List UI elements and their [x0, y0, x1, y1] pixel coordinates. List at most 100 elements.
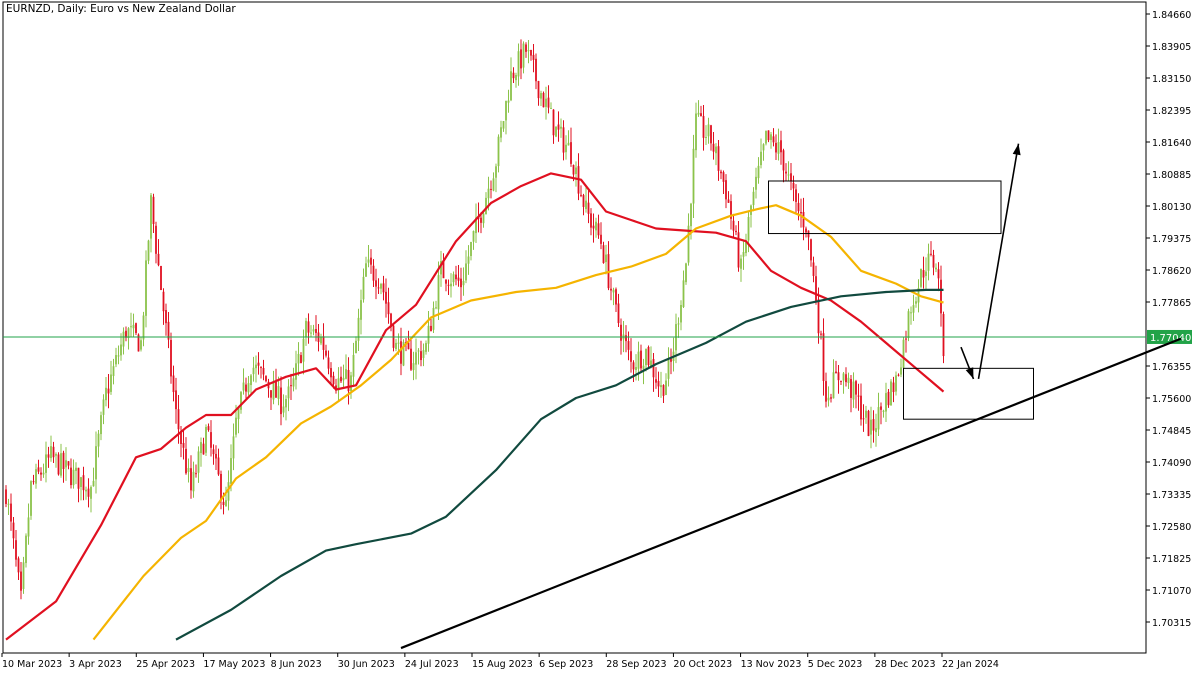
candle-body [55, 454, 57, 456]
candle-body [87, 488, 90, 497]
candle-body [755, 176, 757, 190]
x-tick-label: 8 Jun 2023 [271, 659, 322, 670]
candle-body [225, 500, 227, 507]
candle-body [315, 329, 317, 333]
candle-body [42, 472, 45, 475]
candle-body [895, 375, 897, 392]
candle-body [327, 357, 330, 369]
candle-body [342, 377, 345, 381]
candle-body [760, 151, 762, 166]
y-tick-label: 1.74845 [1152, 426, 1191, 437]
candle-body [597, 223, 600, 236]
y-tick-label: 1.81640 [1152, 138, 1191, 149]
candle-body [527, 50, 530, 52]
candle-body [707, 124, 710, 137]
candle-body [115, 355, 117, 365]
candle-body [82, 475, 85, 491]
candle-body [250, 375, 252, 386]
candle-body [657, 380, 660, 387]
candle-body [447, 284, 450, 286]
candle-body [647, 347, 650, 366]
candle-body [655, 379, 657, 383]
candle-body [435, 307, 437, 309]
candle-body [540, 93, 542, 99]
candle-body [240, 392, 242, 410]
candle-body [912, 305, 915, 313]
candle-body [272, 382, 275, 400]
price-chart[interactable]: 1.77040 1.846601.839051.831501.823951.81… [0, 0, 1200, 675]
candle-body [265, 376, 267, 382]
candle-body [542, 92, 545, 108]
candle-body [842, 373, 845, 381]
candle-body [530, 49, 532, 56]
candle-body [845, 374, 847, 383]
candle-body [932, 254, 935, 268]
candle-body [630, 351, 632, 362]
candle-body [417, 350, 420, 352]
candle-body [505, 101, 507, 121]
candle-body [772, 136, 775, 143]
candle-body [97, 433, 100, 447]
candle-body [270, 390, 272, 398]
candle-body [92, 480, 95, 487]
candle-body [642, 365, 645, 370]
candle-body [277, 386, 280, 399]
candle-body [60, 453, 62, 476]
candle-body [15, 540, 17, 560]
candle-body [35, 469, 37, 484]
candle-body [770, 134, 772, 140]
candle-body [30, 481, 32, 516]
candle-body [880, 406, 882, 410]
candle-body [717, 146, 720, 171]
candle-body [535, 58, 537, 82]
candle-body [67, 461, 70, 466]
candle-body [727, 199, 730, 203]
candle-body [382, 283, 385, 293]
candle-body [122, 331, 125, 347]
candle-body [205, 427, 207, 453]
candle-body [785, 171, 787, 174]
x-tick-label: 5 Dec 2023 [808, 659, 863, 670]
candle-body [552, 109, 555, 136]
y-tick-label: 1.70315 [1152, 618, 1191, 629]
candle-body [765, 130, 767, 144]
candle-body [207, 426, 210, 431]
candle-body [705, 137, 707, 139]
candle-body [850, 379, 852, 398]
candle-body [537, 80, 540, 99]
candle-body [885, 393, 887, 412]
candle-body [187, 467, 190, 472]
candle-body [822, 333, 825, 381]
candle-body [365, 263, 367, 277]
candle-body [910, 312, 912, 314]
candle-body [217, 457, 220, 475]
candle-body [605, 254, 607, 263]
candle-body [722, 172, 725, 182]
candle-body [830, 397, 832, 399]
candle-body [547, 97, 550, 108]
candle-body [525, 44, 527, 52]
candle-body [472, 231, 475, 242]
candle-body [307, 321, 310, 333]
candle-body [230, 458, 232, 484]
candle-body [860, 395, 862, 420]
candle-body [857, 395, 860, 397]
candle-body [380, 283, 382, 289]
candle-body [107, 388, 110, 394]
candle-body [560, 126, 562, 129]
candle-body [660, 385, 662, 388]
candle-body [927, 253, 930, 271]
candle-body [340, 376, 342, 382]
candle-body [567, 142, 570, 146]
candle-body [677, 323, 680, 325]
candle-body [915, 301, 917, 304]
candle-body [355, 340, 357, 354]
candle-body [890, 381, 892, 406]
candle-body [305, 320, 307, 338]
candle-body [37, 467, 40, 472]
candle-body [232, 436, 235, 459]
candle-body [320, 336, 322, 344]
candle-body [387, 302, 390, 315]
candle-body [470, 241, 472, 257]
candle-body [160, 265, 162, 291]
